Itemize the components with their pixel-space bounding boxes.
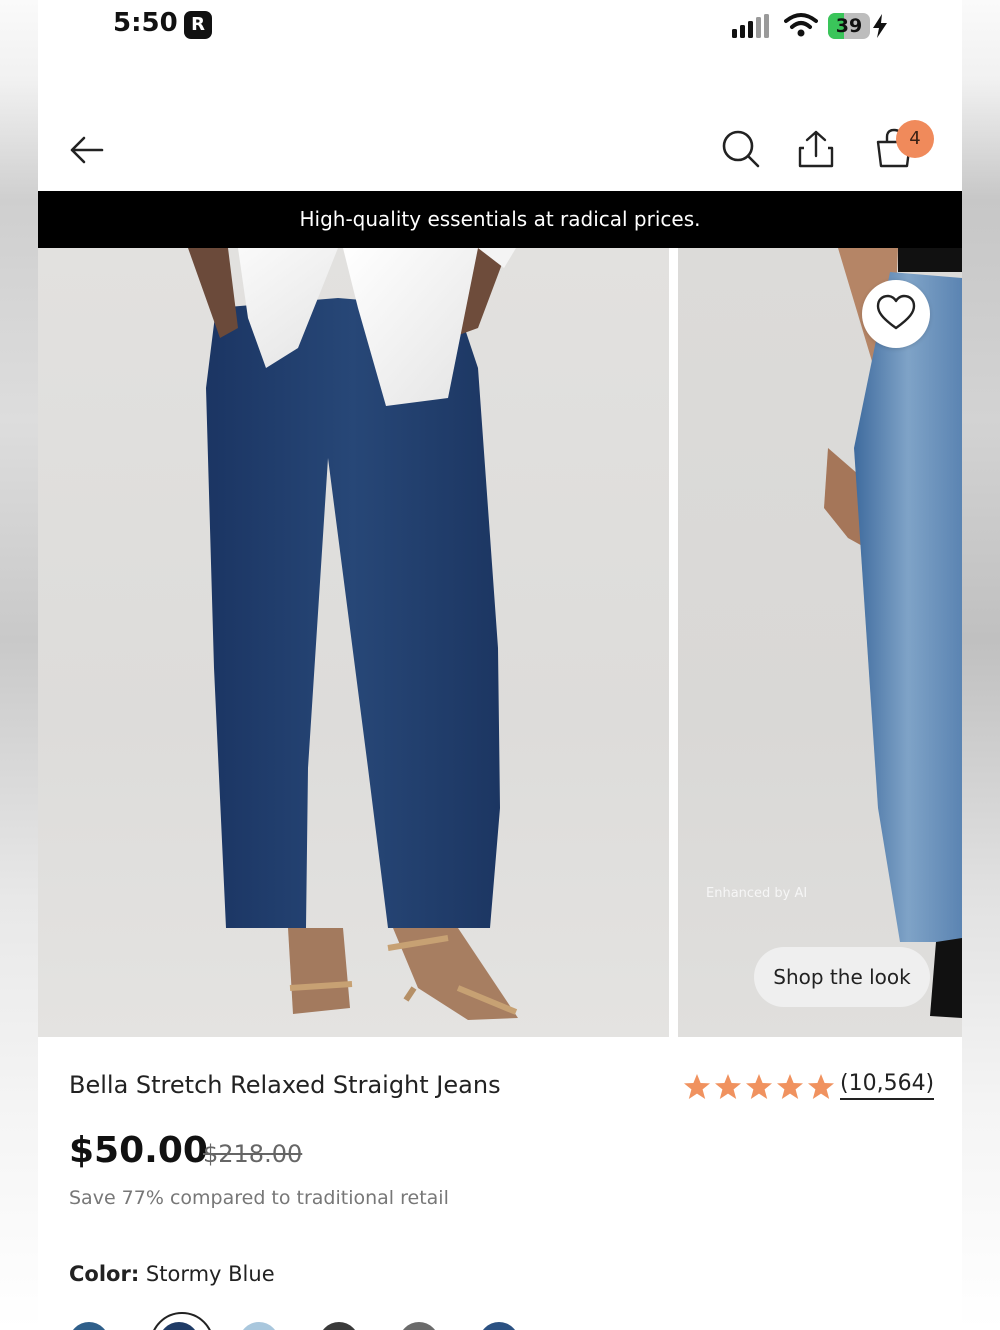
- battery-level: 39: [835, 15, 863, 37]
- color-swatch[interactable]: [479, 1322, 519, 1330]
- star-icon: [684, 1074, 710, 1099]
- product-photo-side[interactable]: [678, 248, 962, 1037]
- battery-icon: 39: [828, 13, 870, 39]
- review-count-link[interactable]: (10,564): [840, 1071, 935, 1100]
- wifi-icon: [784, 13, 818, 37]
- share-icon[interactable]: [796, 128, 836, 170]
- back-arrow-icon[interactable]: [66, 130, 106, 170]
- jeans-front-illustration: [174, 248, 518, 1020]
- color-swatch[interactable]: [239, 1322, 279, 1330]
- shop-the-look-button[interactable]: Shop the look: [754, 947, 930, 1007]
- color-label: Color:: [69, 1262, 140, 1286]
- color-swatch[interactable]: [319, 1322, 359, 1330]
- favorite-button[interactable]: [862, 280, 930, 348]
- star-icon: [746, 1074, 772, 1099]
- color-swatch[interactable]: [69, 1322, 109, 1330]
- star-icon: [777, 1074, 803, 1099]
- background-edge-right: [962, 0, 1000, 1330]
- promo-banner: High-quality essentials at radical price…: [38, 191, 962, 248]
- savings-text: Save 77% compared to traditional retail: [69, 1187, 449, 1209]
- product-page: 5:50 R 39 4 High-quality essentials at r…: [38, 0, 962, 1330]
- background-edge-left: [0, 0, 38, 1330]
- cart-count-badge: 4: [896, 120, 934, 158]
- star-icon: [808, 1074, 834, 1099]
- jeans-side-illustration: [824, 248, 962, 1018]
- product-title: Bella Stretch Relaxed Straight Jeans: [69, 1071, 501, 1099]
- rating-stars: [682, 1072, 836, 1102]
- charging-bolt-icon: [873, 14, 887, 38]
- original-price: $218.00: [203, 1140, 303, 1168]
- heart-icon: [876, 294, 916, 330]
- app-badge-icon: R: [184, 11, 212, 39]
- status-time: 5:50: [113, 8, 178, 38]
- color-swatch[interactable]: [399, 1322, 439, 1330]
- product-photo-front[interactable]: [38, 248, 669, 1037]
- product-image-gallery[interactable]: [38, 248, 962, 1037]
- color-selection-label: Color: Stormy Blue: [69, 1262, 275, 1286]
- search-icon[interactable]: [720, 128, 762, 170]
- star-icon: [715, 1074, 741, 1099]
- sale-price: $50.00: [69, 1130, 208, 1171]
- cellular-signal-icon: [732, 14, 769, 38]
- color-value: Stormy Blue: [145, 1262, 275, 1286]
- ai-watermark: Enhanced by AI: [706, 886, 808, 901]
